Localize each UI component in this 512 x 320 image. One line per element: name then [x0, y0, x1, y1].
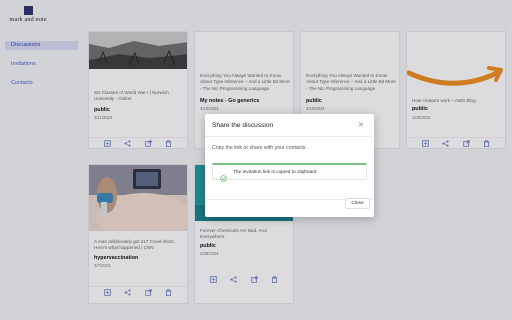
close-icon[interactable]: ✕ — [358, 121, 364, 129]
dialog-subtitle: Copy the link or share with your contact… — [212, 145, 306, 151]
alert-message: The invitation link is copied to clipboa… — [233, 170, 317, 175]
close-button[interactable]: Close — [345, 198, 370, 209]
share-dialog: Share the discussion ✕ Copy the link or … — [205, 114, 374, 217]
success-alert: The invitation link is copied to clipboa… — [212, 163, 367, 182]
dialog-divider — [205, 136, 374, 137]
dialog-title: Share the discussion — [212, 122, 274, 129]
check-circle-icon — [220, 169, 227, 187]
